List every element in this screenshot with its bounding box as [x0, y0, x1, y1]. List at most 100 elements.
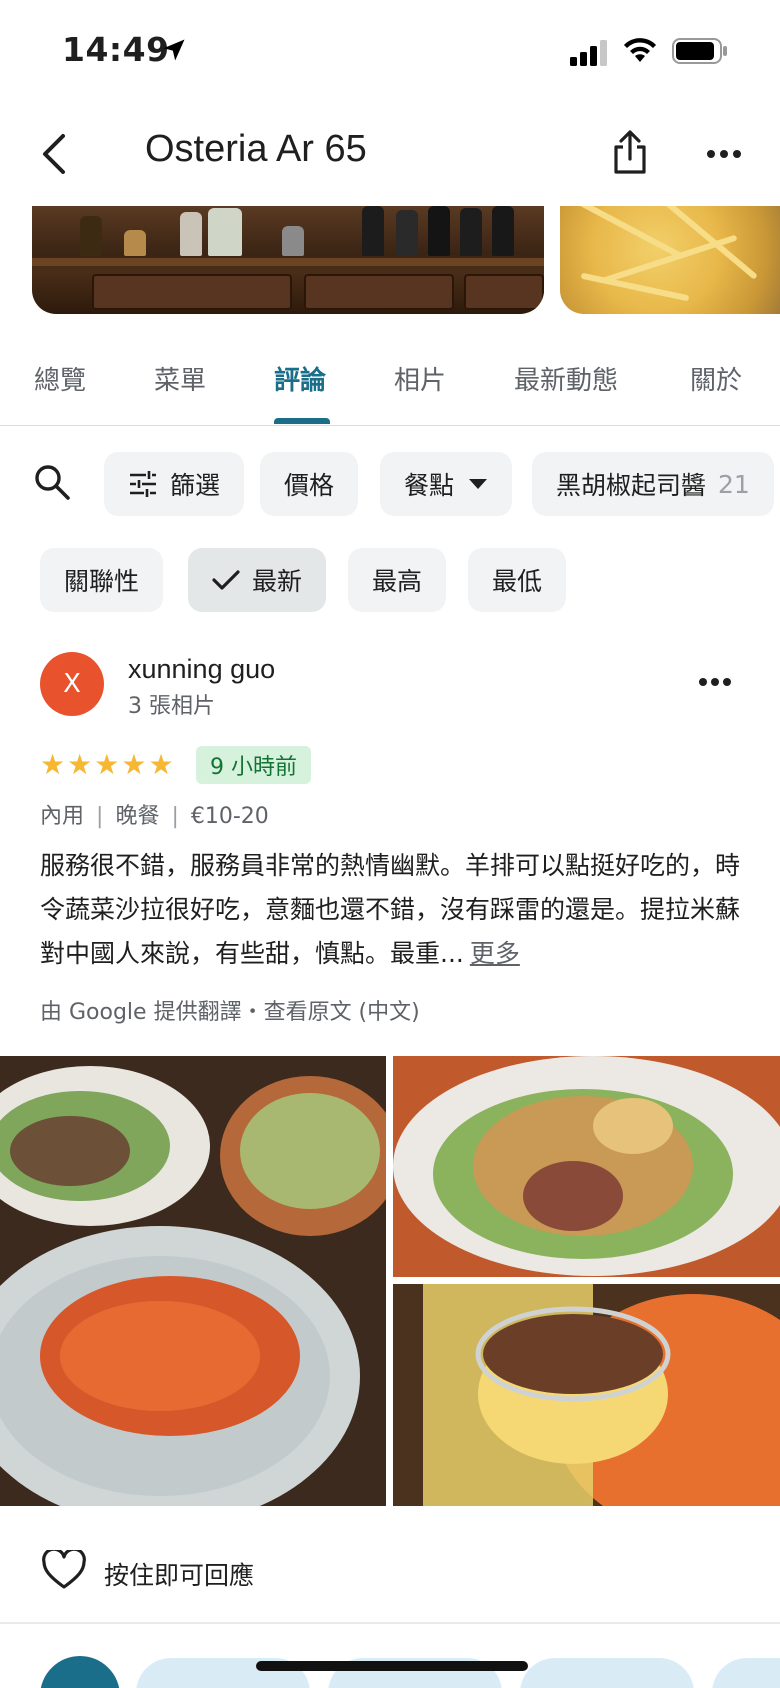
reply-row[interactable]: 按住即可回應 — [0, 1540, 780, 1604]
more-vert-icon — [707, 150, 741, 158]
active-tab-indicator — [274, 418, 330, 424]
share-place-button[interactable] — [712, 1658, 780, 1688]
meta-separator: | — [96, 804, 104, 829]
app-header: Osteria Ar 65 — [0, 110, 780, 198]
review-more-button[interactable] — [690, 660, 740, 704]
page-title: Osteria Ar 65 — [145, 128, 367, 170]
star-icon: ★ — [67, 748, 93, 781]
back-button[interactable] — [26, 126, 82, 182]
star-icon: ★ — [94, 748, 120, 781]
bottle-shape — [124, 230, 146, 256]
meal-type: 晚餐 — [115, 804, 160, 829]
price-chip[interactable]: 價格 — [260, 452, 359, 516]
meal-chip-label: 餐點 — [404, 471, 455, 500]
translation-note[interactable]: 由 Google 提供翻譯・查看原文 (中文) — [40, 994, 420, 1026]
bottle-shape — [208, 208, 242, 256]
review-photo-tiramisu[interactable] — [393, 1284, 780, 1506]
save-button[interactable] — [520, 1658, 694, 1688]
star-rating: ★ ★ ★ ★ ★ — [40, 750, 174, 780]
search-reviews-button[interactable] — [32, 462, 72, 506]
topic-chip[interactable]: 黑胡椒起司醬 21 — [532, 452, 774, 516]
sort-relevance-chip[interactable]: 關聯性 — [40, 548, 164, 612]
noodle-shape — [662, 206, 758, 280]
meal-chip[interactable]: 餐點 — [380, 452, 513, 516]
read-more-link[interactable]: 更多 — [470, 939, 520, 968]
sort-highest-label: 最高 — [372, 567, 423, 596]
heart-icon[interactable] — [42, 1550, 86, 1590]
share-button[interactable] — [600, 122, 660, 182]
sort-highest-chip[interactable]: 最高 — [348, 548, 447, 612]
bottom-divider — [0, 1622, 780, 1624]
more-vert-icon — [699, 678, 731, 686]
bottle-shape — [180, 212, 202, 256]
star-icon: ★ — [121, 748, 147, 781]
reply-label: 按住即可回應 — [104, 1561, 255, 1590]
filter-chip[interactable]: 篩選 — [104, 452, 245, 516]
home-indicator — [256, 1661, 528, 1671]
battery-icon — [672, 38, 727, 64]
check-icon — [212, 570, 240, 590]
tab-about[interactable]: 關於 — [690, 360, 742, 397]
status-time: 14:49 — [62, 30, 170, 69]
directions-button[interactable] — [40, 1656, 120, 1688]
noodle-shape — [580, 272, 690, 302]
share-icon — [614, 130, 646, 174]
avatar[interactable]: X — [40, 652, 104, 716]
tune-icon — [130, 471, 156, 497]
sort-newest-label: 最新 — [252, 567, 303, 596]
more-options-button[interactable] — [694, 126, 754, 182]
signal-icon — [570, 40, 607, 66]
drawer-shape — [304, 274, 454, 310]
back-arrow-icon — [43, 134, 65, 174]
tab-updates[interactable]: 最新動態 — [514, 360, 618, 397]
tab-menu[interactable]: 菜單 — [154, 360, 206, 397]
topic-chip-count: 21 — [718, 469, 750, 499]
tab-overview[interactable]: 總覽 — [34, 360, 86, 397]
bottle-shape — [492, 206, 514, 256]
review-body: 服務很不錯，服務員非常的熱情幽默。羊排可以點挺好吃的，時令蔬菜沙拉很好吃，意麵也… — [40, 851, 741, 968]
location-arrow-icon — [163, 39, 185, 61]
review-photos — [0, 1056, 780, 1506]
status-bar: 14:49 — [0, 0, 780, 100]
tiramisu-jar-illustration — [393, 1284, 780, 1506]
noodle-shape — [575, 206, 685, 260]
bottle-shape — [282, 226, 304, 256]
review-photo-penne[interactable] — [0, 1056, 386, 1506]
review-photo-lamb[interactable] — [393, 1056, 780, 1277]
tab-photos[interactable]: 相片 — [394, 360, 446, 397]
dropdown-icon — [469, 479, 488, 489]
drawer-shape — [92, 274, 292, 310]
drawer-shape — [464, 274, 544, 310]
star-icon: ★ — [40, 748, 66, 781]
filter-chip-label: 篩選 — [170, 471, 221, 500]
bottle-shape — [428, 206, 450, 256]
tab-reviews[interactable]: 評論 — [274, 360, 326, 397]
bottle-shape — [362, 206, 384, 256]
wifi-icon — [624, 38, 656, 62]
meta-separator: | — [171, 804, 179, 829]
search-icon — [35, 465, 70, 500]
service-type: 內用 — [40, 804, 85, 829]
bottle-shape — [80, 216, 102, 256]
place-photo-strip[interactable] — [0, 206, 780, 314]
sort-row: 關聯性 最新 最高 最低 — [0, 546, 780, 612]
review-text[interactable]: 服務很不錯，服務員非常的熱情幽默。羊排可以點挺好吃的，時令蔬菜沙拉很好吃，意麵也… — [40, 844, 740, 976]
bottle-shape — [396, 210, 418, 256]
time-badge: 9 小時前 — [196, 746, 311, 784]
sort-relevance-label: 關聯性 — [64, 567, 140, 596]
price-chip-label: 價格 — [284, 471, 335, 500]
reviewer-photo-count: 3 張相片 — [128, 694, 215, 719]
review-meta: 內用 | 晚餐 | €10-20 — [40, 798, 269, 830]
sort-lowest-label: 最低 — [492, 567, 543, 596]
place-photo-pasta[interactable] — [560, 206, 780, 314]
shelf-shape — [32, 258, 544, 266]
star-icon: ★ — [148, 748, 174, 781]
place-photo-bar[interactable] — [32, 206, 544, 314]
review-filter-row: 篩選 價格 餐點 黑胡椒起司醬 21 — [0, 450, 780, 516]
place-tabs: 總覽 菜單 評論 相片 最新動態 關於 — [0, 330, 780, 426]
penne-plate-illustration — [0, 1056, 386, 1506]
lamb-plate-illustration — [393, 1056, 780, 1277]
sort-lowest-chip[interactable]: 最低 — [468, 548, 567, 612]
sort-newest-chip[interactable]: 最新 — [188, 548, 327, 612]
reviewer-name[interactable]: xunning guo — [128, 654, 275, 685]
